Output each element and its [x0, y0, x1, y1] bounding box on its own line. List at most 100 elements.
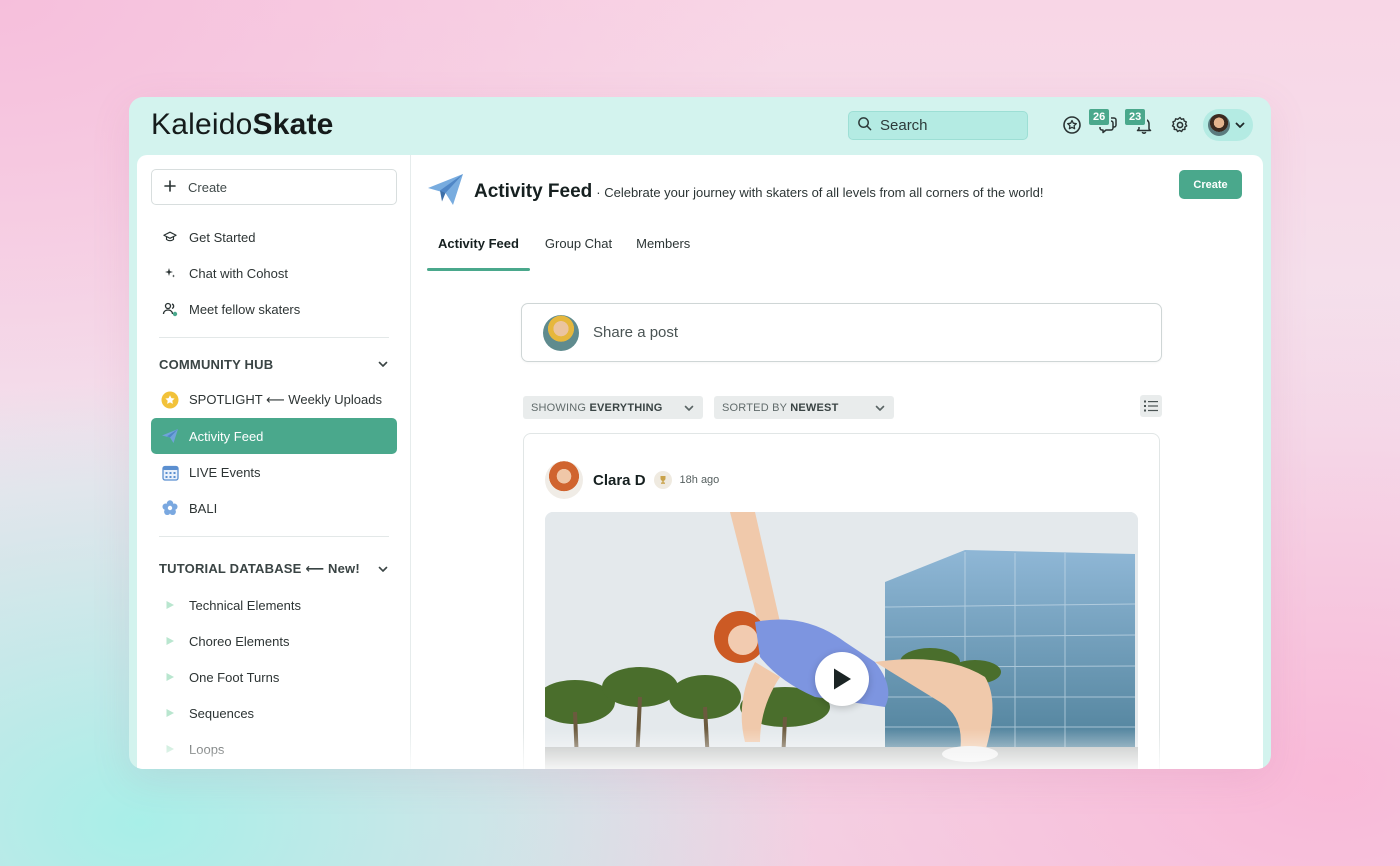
sidebar-item-meet-fellow-skaters[interactable]: Meet fellow skaters: [151, 291, 397, 327]
filter-prefix: SHOWING: [531, 401, 587, 414]
sparkle-icon: [161, 264, 179, 282]
post-header: Clara D 18h ago: [545, 461, 719, 499]
share-post-input[interactable]: Share a post: [521, 303, 1162, 362]
search-placeholder: Search: [880, 117, 928, 134]
sidebar-item-label: Get Started: [189, 229, 256, 245]
avatar: [1208, 114, 1230, 136]
logo-light: Kaleido: [151, 108, 253, 141]
sidebar-item-loops[interactable]: Loops: [151, 731, 397, 767]
chevron-down-icon: [1235, 122, 1245, 128]
filter-value: NEWEST: [790, 401, 839, 414]
content-panel: Create Get Started Chat with Cohost Meet…: [137, 155, 1263, 769]
community-hub-header[interactable]: COMMUNITY HUB: [159, 354, 389, 374]
create-label: Create: [188, 179, 228, 195]
calendar-icon: [161, 463, 179, 481]
play-button[interactable]: [815, 652, 869, 706]
main-content: Activity Feed · Celebrate your journey w…: [411, 155, 1263, 769]
notifications-button[interactable]: 23: [1123, 107, 1156, 137]
sidebar-item-sequences[interactable]: Sequences: [151, 695, 397, 731]
sidebar-item-activity-feed[interactable]: Activity Feed: [151, 418, 397, 454]
sidebar: Create Get Started Chat with Cohost Meet…: [137, 155, 411, 769]
list-view-toggle[interactable]: [1140, 395, 1162, 417]
page-title: Activity Feed: [474, 181, 593, 202]
star-badge-icon: [1063, 116, 1081, 134]
play-triangle-icon: [161, 740, 179, 758]
play-icon: [834, 668, 851, 690]
chat-button[interactable]: 26: [1087, 107, 1120, 137]
achievements-button[interactable]: [1060, 113, 1084, 137]
sidebar-item-label: Choreo Elements: [189, 633, 290, 649]
play-triangle-icon: [161, 704, 179, 722]
chevron-down-icon: [378, 361, 388, 367]
filter-value: EVERYTHING: [589, 401, 663, 414]
filter-sort-dropdown[interactable]: SORTED BY NEWEST: [714, 396, 894, 419]
sidebar-item-label: BALI: [189, 500, 218, 516]
tab-activity-feed[interactable]: Activity Feed: [427, 231, 530, 271]
sidebar-item-label: Loops: [189, 741, 225, 757]
page-subtitle: · Celebrate your journey with skaters of…: [596, 184, 1044, 200]
filter-prefix: SORTED BY: [722, 401, 787, 414]
chevron-down-icon: [684, 405, 694, 411]
tab-group-chat[interactable]: Group Chat: [534, 231, 623, 271]
filter-text: SORTED BY NEWEST: [722, 402, 839, 414]
profile-menu-button[interactable]: [1203, 109, 1253, 141]
sidebar-item-chat-with-cohost[interactable]: Chat with Cohost: [151, 255, 397, 291]
graduation-cap-icon: [161, 228, 179, 246]
filter-text: SHOWING EVERYTHING: [531, 402, 663, 414]
list-icon: [1144, 400, 1158, 412]
paper-plane-icon: [427, 173, 464, 211]
play-triangle-icon: [161, 668, 179, 686]
play-triangle-icon: [161, 596, 179, 614]
sidebar-item-choreo-elements[interactable]: Choreo Elements: [151, 623, 397, 659]
sidebar-item-label: LIVE Events: [189, 464, 261, 480]
page-header: Activity Feed · Celebrate your journey w…: [427, 173, 1044, 211]
search-icon: [857, 116, 872, 135]
section-title: COMMUNITY HUB: [159, 356, 274, 372]
sidebar-item-label: Technical Elements: [189, 597, 301, 613]
app-logo[interactable]: KaleidoSkate: [151, 108, 334, 142]
gear-icon: [1171, 116, 1188, 133]
sidebar-item-get-started[interactable]: Get Started: [151, 219, 397, 255]
feed-post: Clara D 18h ago: [523, 433, 1160, 769]
star-icon: [161, 391, 179, 409]
sidebar-item-label: Meet fellow skaters: [189, 301, 301, 317]
video-thumbnail: [545, 512, 1138, 769]
chevron-down-icon: [378, 566, 388, 572]
chat-count-badge: 26: [1087, 107, 1112, 127]
paper-plane-icon: [161, 427, 179, 445]
tutorial-database-header[interactable]: TUTORIAL DATABASE ⟵ New!: [159, 559, 389, 579]
notifications-count-badge: 23: [1123, 107, 1148, 127]
avatar[interactable]: [545, 461, 583, 499]
app-window: KaleidoSkate Search 26 23 Create Get Sta…: [129, 97, 1271, 769]
sidebar-item-label: Sequences: [189, 705, 255, 721]
sidebar-item-label: One Foot Turns: [189, 669, 280, 685]
filter-showing-dropdown[interactable]: SHOWING EVERYTHING: [523, 396, 703, 419]
plus-icon: [164, 179, 176, 195]
post-author[interactable]: Clara D: [593, 472, 646, 489]
sidebar-item-bali[interactable]: BALI: [151, 490, 397, 526]
settings-button[interactable]: [1168, 113, 1192, 137]
search-input[interactable]: Search: [848, 111, 1028, 140]
chevron-down-icon: [875, 405, 885, 411]
create-post-button[interactable]: Create: [1179, 170, 1242, 199]
sidebar-create-button[interactable]: Create: [151, 169, 397, 205]
users-icon: [161, 300, 179, 318]
section-title: TUTORIAL DATABASE ⟵ New!: [159, 561, 360, 576]
sidebar-item-label: SPOTLIGHT ⟵ Weekly Uploads: [189, 392, 382, 407]
sidebar-item-live-events[interactable]: LIVE Events: [151, 454, 397, 490]
sidebar-item-technical-elements[interactable]: Technical Elements: [151, 587, 397, 623]
trophy-icon: [653, 471, 672, 489]
share-post-placeholder: Share a post: [593, 324, 679, 341]
post-video[interactable]: [545, 512, 1138, 769]
flower-icon: [161, 499, 179, 517]
sidebar-item-label: Activity Feed: [189, 428, 264, 444]
top-bar: KaleidoSkate Search 26 23: [129, 97, 1271, 155]
tab-bar: Activity Feed Group Chat Members: [427, 231, 701, 271]
play-triangle-icon: [161, 632, 179, 650]
sidebar-divider: [159, 536, 389, 537]
tab-members[interactable]: Members: [625, 231, 701, 271]
logo-bold: Skate: [252, 108, 334, 141]
avatar: [543, 314, 579, 351]
sidebar-item-one-foot-turns[interactable]: One Foot Turns: [151, 659, 397, 695]
sidebar-item-spotlight[interactable]: SPOTLIGHT ⟵ Weekly Uploads: [151, 382, 397, 418]
